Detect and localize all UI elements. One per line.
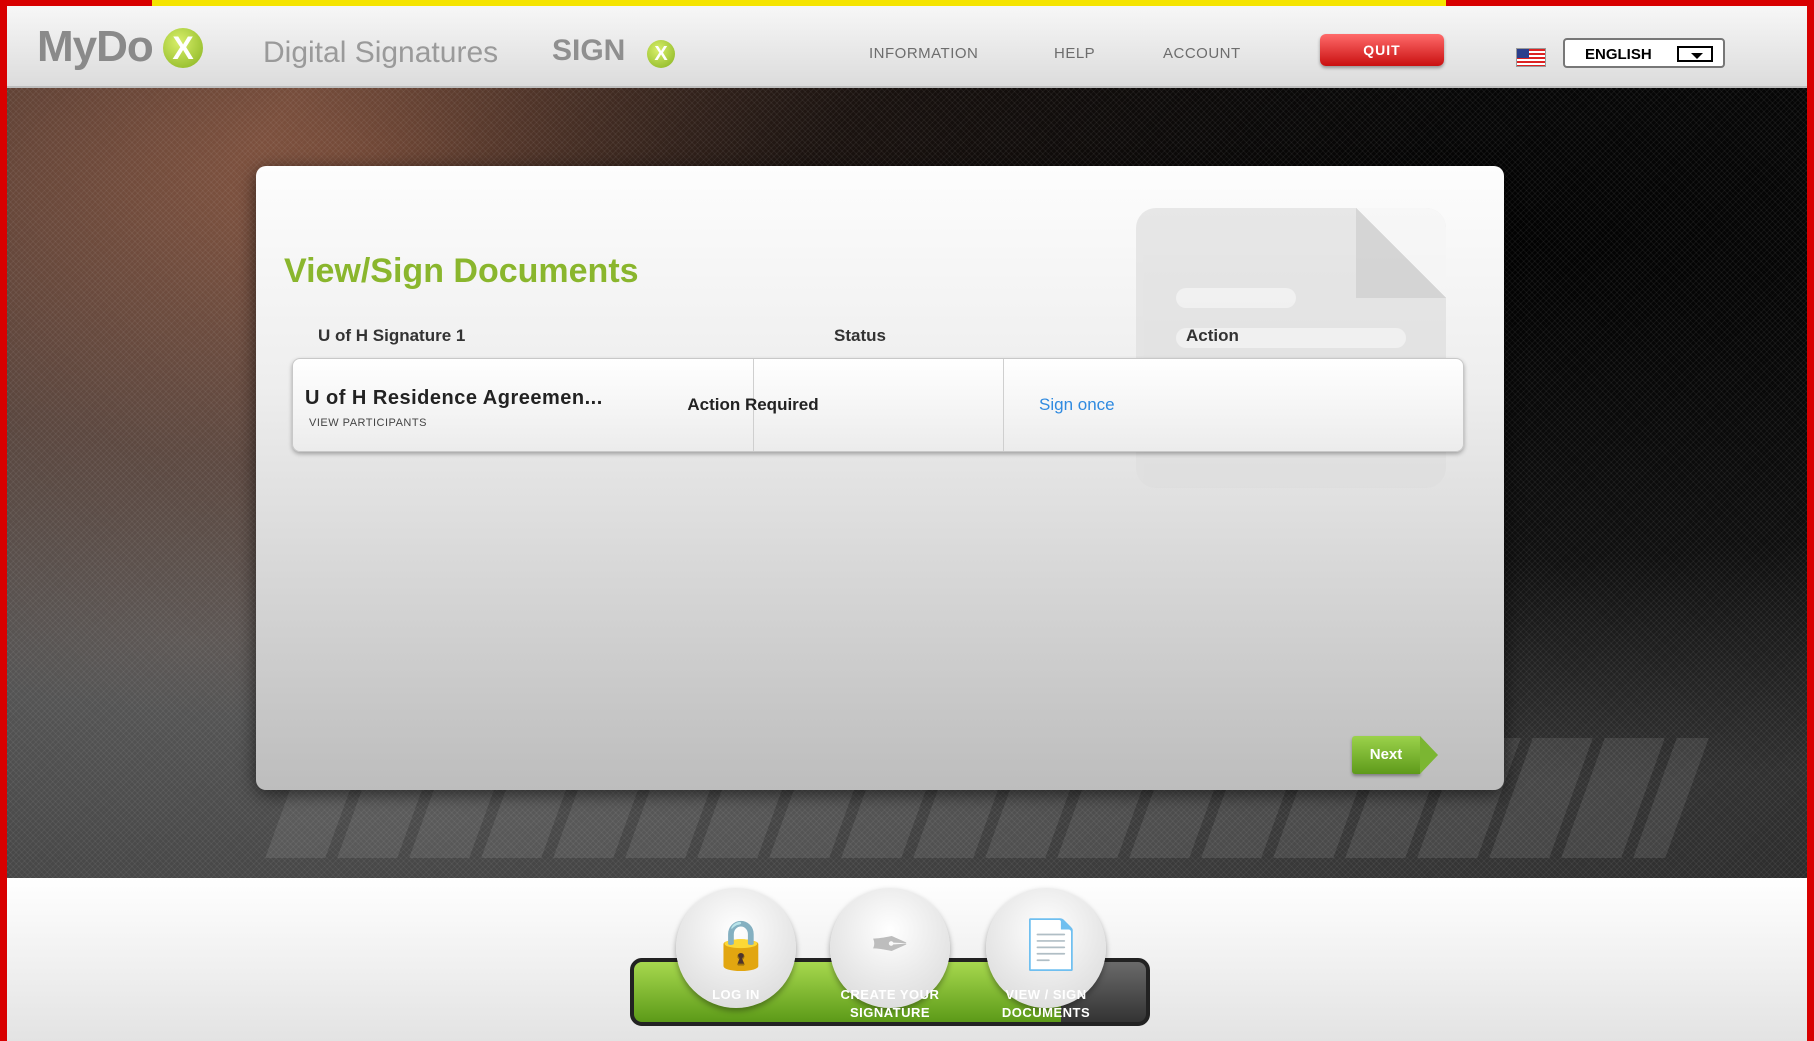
us-flag-icon [1516, 48, 1546, 67]
nav-account[interactable]: ACCOUNT [1163, 45, 1241, 62]
border-left [0, 0, 7, 1041]
language-value: ENGLISH [1585, 46, 1652, 63]
column-divider [1003, 359, 1004, 451]
page-title: View/Sign Documents [284, 252, 639, 290]
border-right [1807, 0, 1814, 1041]
column-header-action: Action [1186, 326, 1239, 345]
step-label-view-sign: VIEW / SIGN DOCUMENTS [1001, 987, 1091, 1020]
column-header-status: Status [834, 326, 886, 345]
chevron-down-icon[interactable] [1677, 46, 1713, 62]
table-row: U of H Residence Agreemen... VIEW PARTIC… [292, 358, 1464, 452]
logo-x-icon: X [163, 28, 203, 68]
step-label-create-signature: CREATE YOUR SIGNATURE [840, 987, 940, 1020]
powered-by-x-icon: X [647, 40, 675, 68]
logo-subtitle: Digital Signatures [263, 36, 499, 69]
logo-text: MyDo [37, 22, 154, 71]
next-button[interactable]: Next [1352, 736, 1438, 774]
pen-icon: ✒ [869, 919, 911, 972]
powered-by-logo: SIGN [552, 34, 626, 67]
app-window: MyDo X Digital Signatures SIGN X INFORMA… [0, 0, 1814, 1041]
status-badge: Action Required [687, 395, 819, 414]
language-select[interactable]: ENGLISH [1563, 38, 1725, 68]
top-header: MyDo X Digital Signatures SIGN X INFORMA… [7, 6, 1807, 88]
lock-icon: 🔒 [711, 919, 771, 972]
column-header-document: U of H Signature 1 [318, 326, 466, 345]
view-participants-link[interactable]: VIEW PARTICIPANTS [309, 417, 427, 429]
documents-panel: View/Sign Documents U of H Signature 1 S… [256, 166, 1504, 790]
document-icon: 📄 [1021, 919, 1081, 972]
quit-button[interactable]: QUIT [1320, 34, 1444, 66]
step-label-login: LOG IN [712, 987, 760, 1002]
nav-help[interactable]: HELP [1054, 45, 1095, 62]
sign-once-link[interactable]: Sign once [1039, 395, 1115, 415]
nav-information[interactable]: INFORMATION [869, 45, 978, 62]
